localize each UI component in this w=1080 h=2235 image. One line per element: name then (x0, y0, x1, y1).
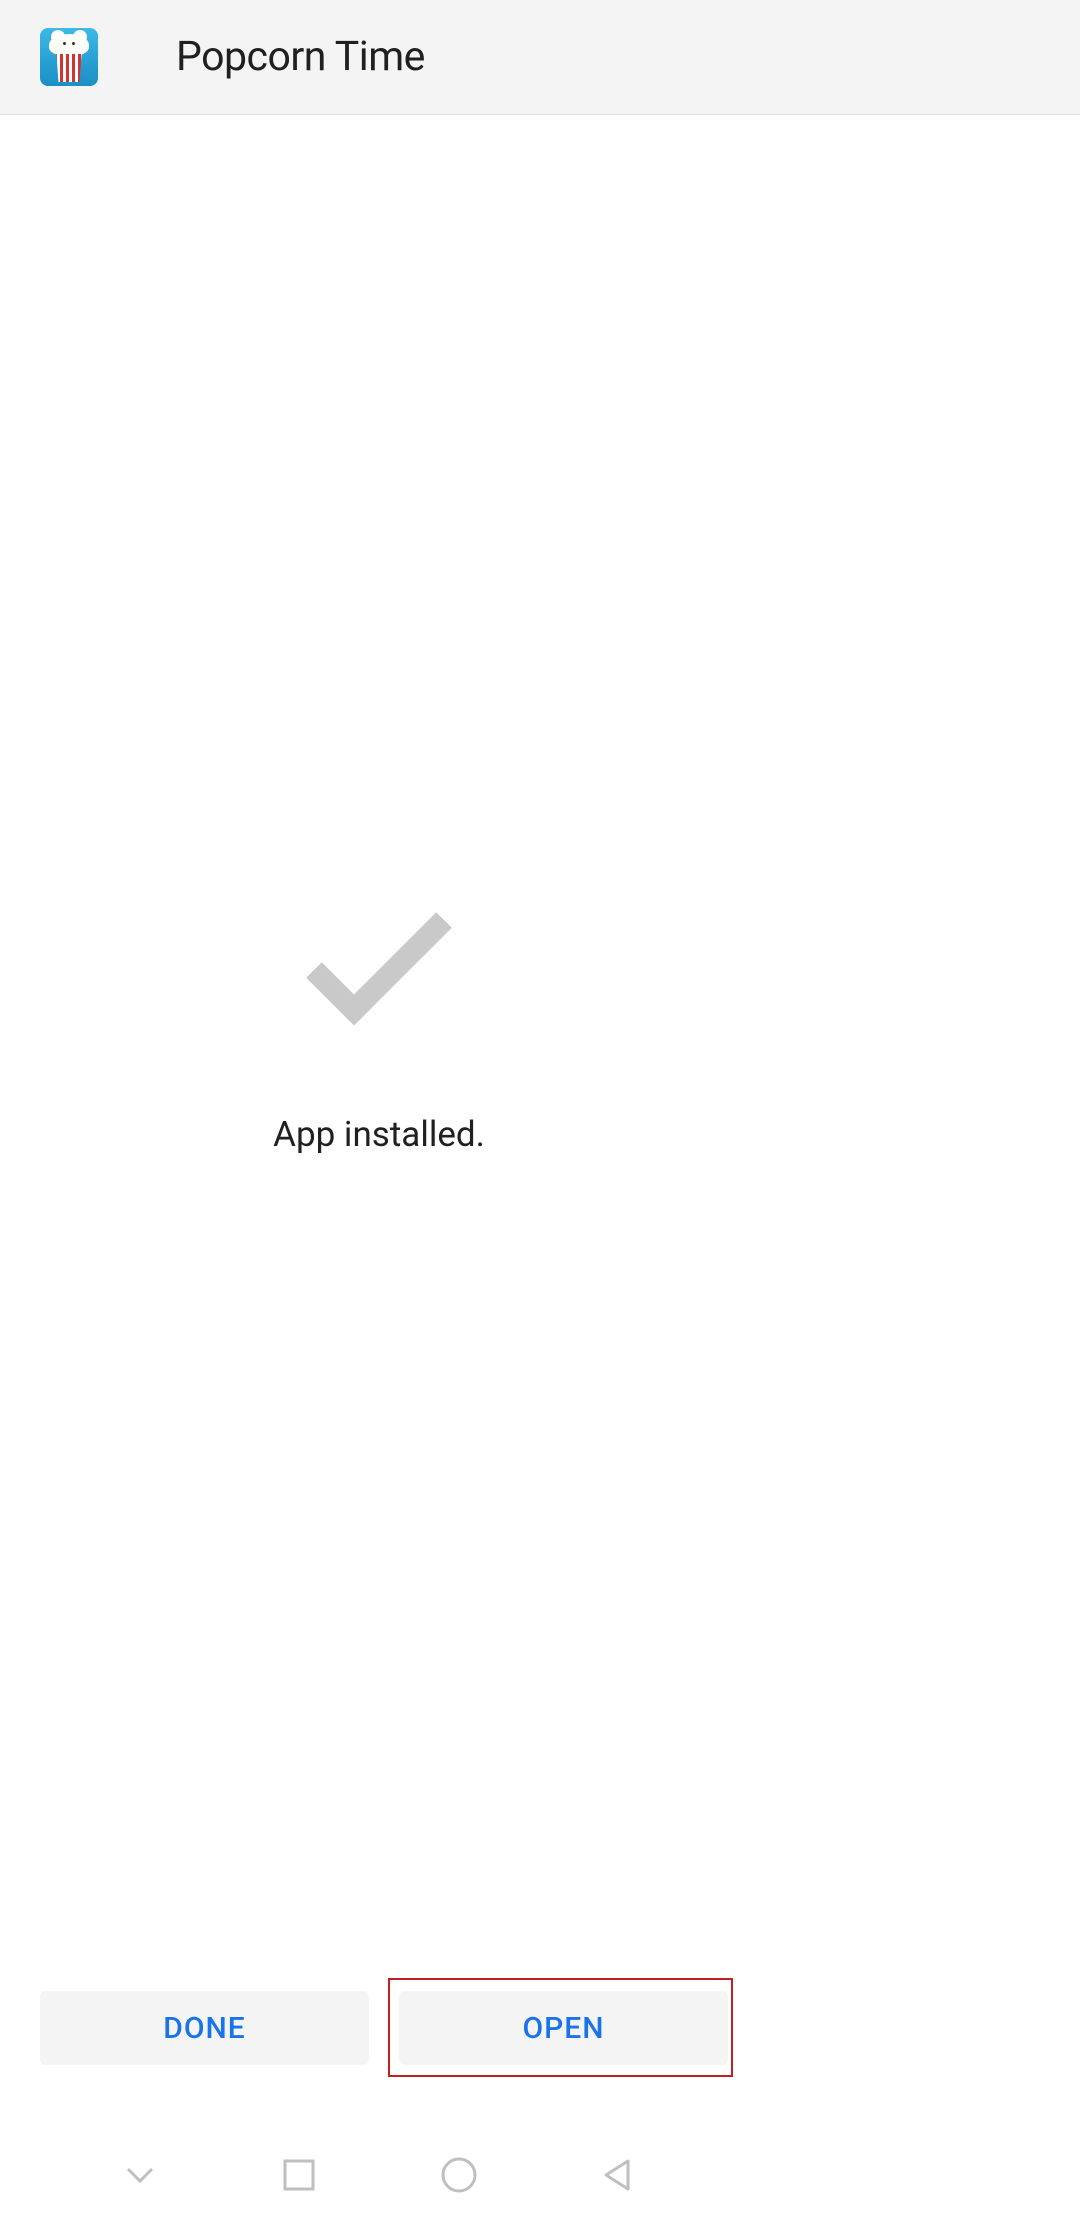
chevron-down-icon[interactable] (110, 2145, 170, 2205)
right-edge-bg (758, 0, 1080, 115)
app-title: Popcorn Time (176, 33, 425, 81)
install-header: Popcorn Time (0, 0, 758, 115)
popcorn-time-icon (40, 28, 98, 86)
install-content: App installed. (0, 115, 758, 1945)
square-icon[interactable] (269, 2145, 329, 2205)
checkmark-icon (299, 905, 459, 1034)
circle-icon[interactable] (429, 2145, 489, 2205)
open-button[interactable]: OPEN (399, 1991, 728, 2065)
done-button[interactable]: DONE (40, 1991, 369, 2065)
action-buttons: DONE OPEN (40, 1991, 728, 2065)
status-message: App installed. (273, 1114, 485, 1155)
triangle-left-icon[interactable] (588, 2145, 648, 2205)
navigation-bar (0, 2115, 758, 2235)
